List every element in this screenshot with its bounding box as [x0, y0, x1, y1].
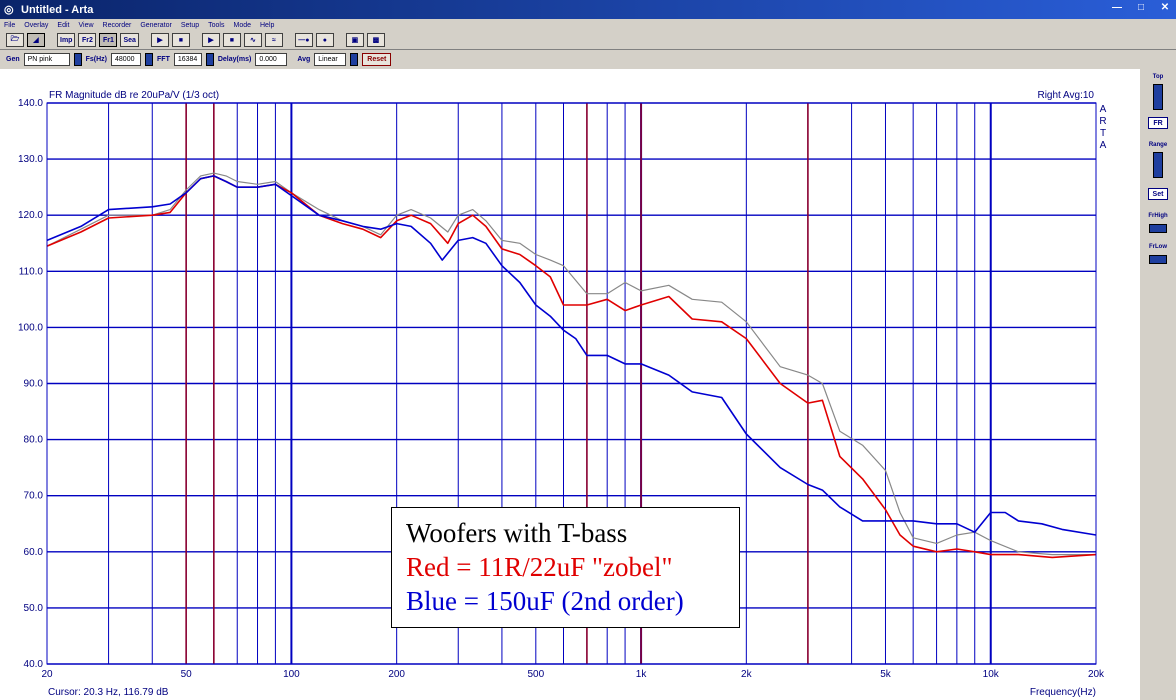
- gen-label: Gen: [6, 56, 20, 63]
- parameters-bar: Gen PN pink Fs(Hz) 48000 FFT 16384 Delay…: [0, 50, 1176, 69]
- fr-button[interactable]: FR: [1148, 117, 1168, 129]
- x-tick-label: 200: [388, 669, 405, 680]
- legend-line-red: Red = 11R/22uF "zobel": [406, 552, 673, 582]
- x-tick-label: 20: [41, 669, 53, 680]
- chart-title: FR Magnitude dB re 20uPa/V (1/3 oct): [49, 90, 219, 101]
- y-tick-label: 120.0: [18, 210, 43, 221]
- x-tick-label: 50: [181, 669, 193, 680]
- menu-item-setup[interactable]: Setup: [181, 22, 199, 29]
- gen-spin-icon[interactable]: [73, 53, 82, 66]
- mode-fr2-button[interactable]: Fr2: [78, 33, 97, 47]
- record-icon[interactable]: ●: [315, 33, 334, 47]
- menu-item-recorder[interactable]: Recorder: [103, 22, 132, 29]
- range-slider[interactable]: [1153, 152, 1163, 178]
- arta-side-label: ARTA: [1099, 104, 1106, 151]
- mode-fr1-button[interactable]: Fr1: [99, 33, 118, 47]
- y-tick-label: 40.0: [24, 659, 44, 670]
- series-line-0: [46, 172, 1096, 556]
- frhigh-label: FrHigh: [1148, 213, 1168, 219]
- y-tick-label: 50.0: [24, 603, 44, 614]
- close-icon[interactable]: ✕: [1160, 3, 1170, 13]
- fft-select[interactable]: 16384: [173, 53, 202, 66]
- app-icon: ◎: [4, 3, 14, 16]
- right-control-panel: Top FR Range Set FrHigh FrLow: [1140, 69, 1176, 700]
- help-icon[interactable]: ▩: [366, 33, 385, 47]
- menu-item-help[interactable]: Help: [260, 22, 274, 29]
- frhigh-spin[interactable]: [1149, 224, 1167, 233]
- legend-line-title: Woofers with T-bass: [406, 518, 628, 548]
- x-tick-label: 1k: [636, 669, 648, 680]
- signal-icon[interactable]: ≈: [264, 33, 283, 47]
- range-label: Range: [1148, 142, 1168, 148]
- y-tick-label: 140.0: [18, 98, 43, 109]
- fft-spin-icon[interactable]: [205, 53, 214, 66]
- menu-item-mode[interactable]: Mode: [233, 22, 251, 29]
- top-label: Top: [1152, 74, 1164, 80]
- menu-item-tools[interactable]: Tools: [208, 22, 224, 29]
- y-tick-label: 70.0: [24, 491, 44, 502]
- series-line-1: [46, 175, 1097, 559]
- y-tick-label: 100.0: [18, 322, 43, 333]
- window-title: Untitled - Arta: [21, 3, 94, 16]
- y-tick-label: 80.0: [24, 435, 44, 446]
- open-file-icon[interactable]: 🗁: [6, 33, 24, 47]
- avg-select[interactable]: Linear: [314, 53, 347, 66]
- chart-annotation: Right Avg:10: [1037, 90, 1094, 101]
- x-tick-label: 20k: [1088, 669, 1105, 680]
- x-tick-label: 100: [283, 669, 300, 680]
- slider-icon[interactable]: —●: [294, 33, 313, 47]
- menu-item-overlay[interactable]: Overlay: [24, 22, 48, 29]
- x-axis-label: Frequency(Hz): [1030, 687, 1096, 698]
- x-tick-label: 5k: [880, 669, 892, 680]
- delay-label: Delay(ms): [217, 56, 252, 63]
- fft-label: FFT: [157, 56, 170, 63]
- x-tick-label: 500: [527, 669, 544, 680]
- set-button[interactable]: Set: [1148, 188, 1168, 200]
- cursor-readout: Cursor: 20.3 Hz, 116.79 dB: [48, 687, 169, 698]
- fs-label: Fs(Hz): [85, 56, 108, 63]
- x-tick-label: 2k: [741, 669, 753, 680]
- play-icon[interactable]: ▶: [201, 33, 220, 47]
- menu-bar: File Overlay Edit View Recorder Generator Setu…: [0, 19, 1176, 31]
- y-tick-label: 130.0: [18, 154, 43, 165]
- title-bar: ◎ Untitled - Arta — □ ✕: [0, 0, 1176, 19]
- mode-sea-button[interactable]: Sea: [120, 33, 139, 47]
- y-tick-label: 60.0: [24, 547, 44, 558]
- legend-line-blue: Blue = 150uF (2nd order): [406, 586, 684, 616]
- toolbar: 🗁 ◢ Imp Fr2 Fr1 Sea ▶ ■ ▶ ■ ∿ ≈ —● ● ▣ ▩: [0, 31, 1176, 50]
- series-line-2: [46, 175, 1097, 536]
- menu-item-file[interactable]: File: [4, 22, 15, 29]
- y-tick-label: 110.0: [19, 266, 44, 277]
- maximize-icon[interactable]: □: [1136, 3, 1146, 13]
- x-tick-label: 10k: [983, 669, 1000, 680]
- reset-button[interactable]: Reset: [362, 53, 392, 66]
- menu-item-edit[interactable]: Edit: [57, 22, 69, 29]
- info-icon[interactable]: ▣: [345, 33, 364, 47]
- avg-label: Avg: [297, 56, 311, 63]
- spectrum-icon[interactable]: ∿: [243, 33, 262, 47]
- minimize-icon[interactable]: —: [1112, 3, 1122, 13]
- play-icon[interactable]: ▶: [150, 33, 169, 47]
- delay-input[interactable]: 0.000: [255, 53, 288, 66]
- frlow-spin[interactable]: [1149, 255, 1167, 264]
- fs-spin-icon[interactable]: [145, 53, 154, 66]
- menu-item-generator[interactable]: Generator: [140, 22, 172, 29]
- fs-select[interactable]: 48000: [111, 53, 142, 66]
- stop-icon[interactable]: ■: [222, 33, 241, 47]
- top-slider[interactable]: [1153, 84, 1163, 110]
- stop-icon[interactable]: ■: [171, 33, 190, 47]
- y-tick-label: 90.0: [24, 379, 44, 390]
- avg-spin-icon[interactable]: [350, 53, 359, 66]
- gen-select[interactable]: PN pink: [23, 53, 70, 66]
- pointer-icon[interactable]: ◢: [27, 33, 45, 47]
- legend-box: Woofers with T-bass Red = 11R/22uF "zobe…: [391, 507, 740, 628]
- menu-item-view[interactable]: View: [78, 22, 93, 29]
- mode-imp-button[interactable]: Imp: [57, 33, 76, 47]
- frlow-label: FrLow: [1149, 244, 1167, 250]
